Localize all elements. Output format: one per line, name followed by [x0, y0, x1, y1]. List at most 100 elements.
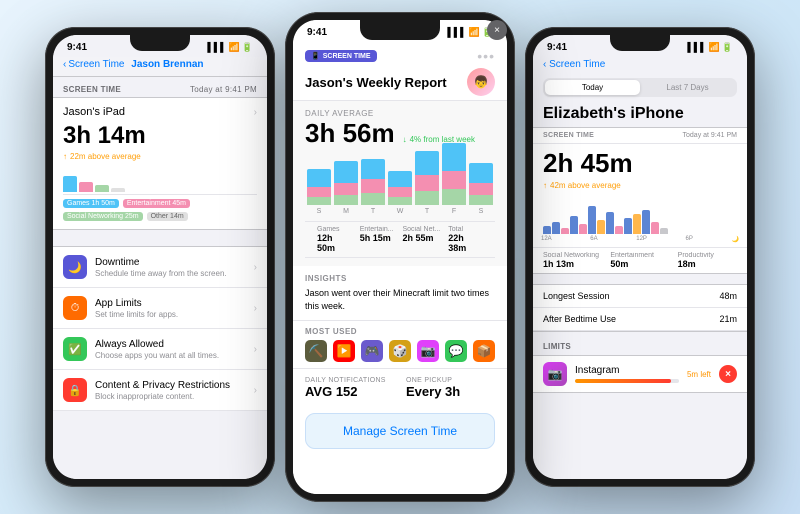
device-title-right: Elizabeth's iPhone — [533, 101, 747, 127]
segment-today[interactable]: Today — [545, 80, 640, 95]
insights-text: Jason went over their Minecraft limit tw… — [305, 287, 495, 312]
chevron-back-right-icon: ‹ — [543, 59, 546, 70]
left-phone: 9:41 ▌▌▌ 📶 🔋 ‹ Screen Time Jason Brennan… — [45, 27, 275, 487]
status-icons-left: ▌▌▌ 📶 🔋 — [207, 42, 253, 53]
chevron-left-icon: ‹ — [63, 59, 66, 70]
limit-item-instagram[interactable]: 📷 Instagram 5m left × — [533, 355, 747, 393]
avg-badge-left: ↑ 22m above average — [63, 152, 257, 161]
avatar-center: 👦 — [467, 68, 495, 96]
screen-right: 9:41 ▌▌▌ 📶 🔋 ‹ Screen Time Today Last 7 … — [533, 35, 747, 479]
notch-right — [610, 35, 670, 51]
always-allowed-subtitle: Choose apps you want at all times. — [95, 351, 246, 360]
category-labels-left: Games 1h 50m Entertainment 45m Social Ne… — [63, 199, 257, 221]
r-bar-10 — [624, 218, 632, 234]
device-name-left: Jason's iPad — [63, 106, 125, 118]
arrow-up-icon: ↑ — [63, 152, 67, 161]
screen-center: 9:41 ▌▌▌ 📶 🔋 📱 SCREEN TIME ••• Jason's W… — [293, 20, 507, 494]
list-item-downtime[interactable]: 🌙 Downtime Schedule time away from the s… — [53, 246, 267, 288]
moon-icon: 🌙 — [732, 236, 739, 243]
app-minecraft: ⛏️ — [305, 340, 327, 362]
longest-session-value: 48m — [719, 291, 737, 301]
notif-label-pickup: One Pickup — [406, 377, 495, 384]
cat-games-label: Games 1h 50m — [63, 199, 119, 208]
insights-section: Insights Jason went over their Minecraft… — [293, 266, 507, 320]
stat-row-longest: Longest Session 48m — [533, 285, 747, 308]
week-day-3: W — [388, 171, 412, 215]
notifications-row: Daily Notifications AVG 152 One Pickup E… — [293, 368, 507, 407]
back-btn-right[interactable]: ‹ Screen Time — [543, 59, 737, 70]
bar-social — [95, 185, 109, 192]
close-button[interactable]: × — [487, 20, 507, 40]
chevron-right-icon: › — [254, 107, 257, 118]
signal-center-icon: ▌▌▌ — [447, 27, 466, 37]
limit-x-button[interactable]: × — [719, 365, 737, 383]
limit-bar-container — [575, 379, 679, 383]
right-section-header: SCREEN TIME — [543, 132, 594, 139]
chevron-downtime: › — [254, 262, 257, 273]
after-bedtime-value: 21m — [719, 314, 737, 324]
segment-last7[interactable]: Last 7 Days — [640, 80, 735, 95]
bar-entertainment — [79, 182, 93, 192]
week-day-0: S — [307, 169, 331, 215]
right-cat-social: Social Networking 1h 13m — [543, 252, 602, 269]
right-phone: 9:41 ▌▌▌ 📶 🔋 ‹ Screen Time Today Last 7 … — [525, 27, 755, 487]
nav-bar-right: ‹ Screen Time — [533, 57, 747, 74]
cat-entertainment-label: Entertainment 45m — [123, 199, 190, 208]
list-item-content-privacy[interactable]: 🔒 Content & Privacy Restrictions Block i… — [53, 370, 267, 411]
stats-section: Longest Session 48m After Bedtime Use 21… — [533, 284, 747, 332]
signal-right-icon: ▌▌▌ — [687, 42, 706, 52]
cat-total-name: Total — [448, 226, 483, 233]
r-bar-12 — [642, 210, 650, 234]
app-messages: 💬 — [445, 340, 467, 362]
wifi-icon: 📶 — [229, 42, 240, 53]
limit-info-instagram: Instagram — [575, 365, 679, 383]
manage-screen-time-button[interactable]: Manage Screen Time — [305, 413, 495, 449]
app-other: 📦 — [473, 340, 495, 362]
cat-social-time: 2h 55m — [403, 233, 441, 243]
wifi-center-icon: 📶 — [469, 27, 480, 38]
down-arrow-icon: ↓ — [403, 135, 407, 144]
screen-time-card-left[interactable]: Jason's iPad › 3h 14m ↑ 22m above averag… — [53, 97, 267, 230]
app-icons-row: ⛏️ ▶️ 🎮 🎲 📷 💬 📦 — [305, 340, 495, 362]
notif-label-daily: Daily Notifications — [305, 377, 394, 384]
bar-chart-left — [63, 167, 257, 195]
r-bar-7 — [597, 220, 605, 234]
week-day-4: T — [415, 151, 439, 215]
daily-avg-label: Daily Average — [305, 109, 495, 118]
r-bar-2 — [552, 222, 560, 234]
notif-value-daily: AVG 152 — [305, 384, 394, 399]
dots-menu[interactable]: ••• — [477, 48, 495, 64]
right-bar-chart — [533, 194, 747, 234]
right-cat-entertainment: Entertainment 50m — [610, 252, 669, 269]
list-item-app-limits[interactable]: ⏱ App Limits Set time limits for apps. › — [53, 288, 267, 329]
screen-time-badge-icon: 📱 — [311, 52, 320, 60]
r-bar-moon — [660, 228, 668, 234]
r-bar-3 — [561, 228, 569, 234]
segment-control[interactable]: Today Last 7 Days — [543, 78, 737, 97]
content-privacy-icon: 🔒 — [63, 378, 87, 402]
status-icons-right: ▌▌▌ 📶 🔋 — [687, 42, 733, 53]
bar-games — [63, 176, 77, 192]
section-header-left: SCREEN TIME Today at 9:41 PM — [53, 77, 267, 97]
list-item-always-allowed[interactable]: ✅ Always Allowed Choose apps you want at… — [53, 329, 267, 370]
week-day-1: M — [334, 161, 358, 215]
insights-title: Insights — [305, 274, 495, 283]
time-labels-right: 12A 6A 12P 6P 🌙 — [533, 236, 747, 243]
app-limits-subtitle: Set time limits for apps. — [95, 310, 246, 319]
r-bar-11 — [633, 214, 641, 234]
time-label-6p: 6P — [686, 236, 693, 243]
time-center: 9:41 — [307, 27, 327, 38]
bar-other — [111, 188, 125, 192]
wifi-right-icon: 📶 — [709, 42, 720, 53]
downtime-title: Downtime — [95, 257, 246, 268]
most-used-title: Most Used — [305, 327, 495, 336]
report-header: 📱 SCREEN TIME ••• Jason's Weekly Report … — [293, 42, 507, 101]
content-privacy-subtitle: Block inappropriate content. — [95, 392, 246, 401]
r-bar-5 — [579, 224, 587, 234]
total-time-right: 2h 45m — [533, 144, 747, 179]
downtime-subtitle: Schedule time away from the screen. — [95, 269, 246, 278]
screen-time-badge: 📱 SCREEN TIME — [305, 50, 377, 62]
limits-header: LIMITS — [533, 342, 747, 355]
back-btn-left[interactable]: ‹ Screen Time Jason Brennan — [63, 59, 257, 70]
battery-right-icon: 🔋 — [722, 42, 733, 53]
